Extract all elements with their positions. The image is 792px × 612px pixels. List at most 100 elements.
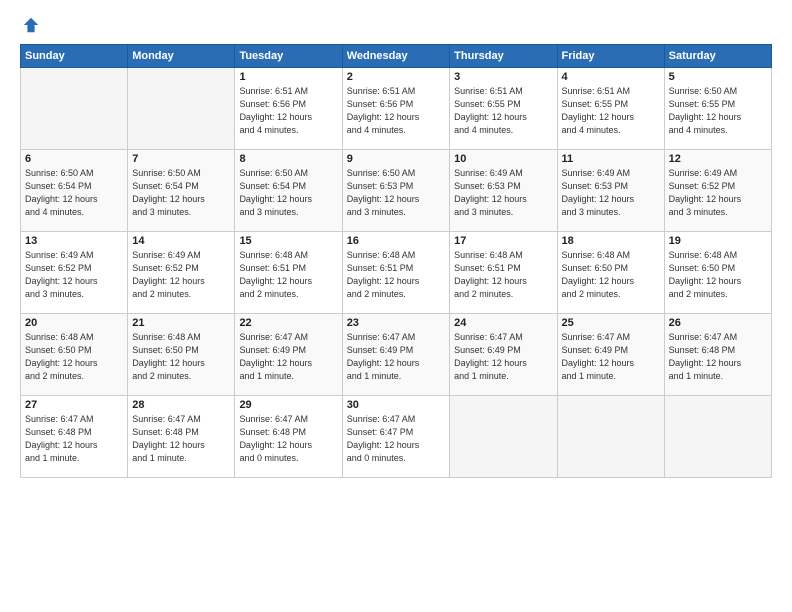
day-info: Sunrise: 6:48 AM Sunset: 6:50 PM Dayligh…	[669, 249, 767, 301]
calendar-cell	[557, 396, 664, 478]
calendar-cell: 2Sunrise: 6:51 AM Sunset: 6:56 PM Daylig…	[342, 68, 449, 150]
day-number: 10	[454, 153, 552, 165]
calendar-body: 1 Sunrise: 6:51 AM Sunset: 6:56 PM Daylig…	[21, 68, 772, 478]
day-info: Sunrise: 6:47 AM Sunset: 6:48 PM Dayligh…	[25, 413, 123, 465]
day-info: Sunrise: 6:48 AM Sunset: 6:50 PM Dayligh…	[132, 331, 230, 383]
calendar-cell: 16 Sunrise: 6:48 AM Sunset: 6:51 PM Dayli…	[342, 232, 449, 314]
calendar-cell	[21, 68, 128, 150]
day-info: Sunrise: 6:49 AM Sunset: 6:52 PM Dayligh…	[669, 167, 767, 219]
calendar-cell: 28Sunrise: 6:47 AM Sunset: 6:48 PM Dayli…	[128, 396, 235, 478]
calendar-table: SundayMondayTuesdayWednesdayThursdayFrid…	[20, 44, 772, 478]
calendar-cell: 17 Sunrise: 6:48 AM Sunset: 6:51 PM Dayli…	[450, 232, 557, 314]
day-info: Sunrise: 6:49 AM Sunset: 6:53 PM Dayligh…	[562, 167, 660, 219]
weekday-header: Tuesday	[235, 45, 342, 68]
day-number: 8	[239, 153, 337, 165]
page: SundayMondayTuesdayWednesdayThursdayFrid…	[0, 0, 792, 612]
day-info: Sunrise: 6:47 AM Sunset: 6:49 PM Dayligh…	[562, 331, 660, 383]
day-info: Sunrise: 6:47 AM Sunset: 6:49 PM Dayligh…	[239, 331, 337, 383]
calendar-cell: 6Sunrise: 6:50 AM Sunset: 6:54 PM Daylig…	[21, 150, 128, 232]
logo	[20, 16, 40, 34]
calendar-week-row: 6Sunrise: 6:50 AM Sunset: 6:54 PM Daylig…	[21, 150, 772, 232]
day-number: 7	[132, 153, 230, 165]
weekday-header: Friday	[557, 45, 664, 68]
day-number: 27	[25, 399, 123, 411]
day-number: 17	[454, 235, 552, 247]
calendar-cell: 3 Sunrise: 6:51 AM Sunset: 6:55 PM Daylig…	[450, 68, 557, 150]
day-info: Sunrise: 6:49 AM Sunset: 6:53 PM Dayligh…	[454, 167, 552, 219]
day-number: 22	[239, 317, 337, 329]
day-info: Sunrise: 6:48 AM Sunset: 6:50 PM Dayligh…	[562, 249, 660, 301]
calendar-week-row: 13 Sunrise: 6:49 AM Sunset: 6:52 PM Dayli…	[21, 232, 772, 314]
day-info: Sunrise: 6:47 AM Sunset: 6:49 PM Dayligh…	[454, 331, 552, 383]
day-number: 1	[239, 71, 337, 83]
calendar-cell: 12 Sunrise: 6:49 AM Sunset: 6:52 PM Dayli…	[664, 150, 771, 232]
weekday-header: Sunday	[21, 45, 128, 68]
day-number: 30	[347, 399, 445, 411]
day-number: 12	[669, 153, 767, 165]
calendar-cell: 4 Sunrise: 6:51 AM Sunset: 6:55 PM Daylig…	[557, 68, 664, 150]
calendar-cell: 1 Sunrise: 6:51 AM Sunset: 6:56 PM Daylig…	[235, 68, 342, 150]
day-info: Sunrise: 6:51 AM Sunset: 6:56 PM Dayligh…	[239, 85, 337, 137]
calendar-week-row: 27 Sunrise: 6:47 AM Sunset: 6:48 PM Dayli…	[21, 396, 772, 478]
day-info: Sunrise: 6:47 AM Sunset: 6:48 PM Dayligh…	[669, 331, 767, 383]
calendar-header: SundayMondayTuesdayWednesdayThursdayFrid…	[21, 45, 772, 68]
calendar-cell: 29 Sunrise: 6:47 AM Sunset: 6:48 PM Dayli…	[235, 396, 342, 478]
logo-icon	[22, 16, 40, 34]
day-number: 18	[562, 235, 660, 247]
day-info: Sunrise: 6:47 AM Sunset: 6:47 PM Dayligh…	[347, 413, 445, 465]
weekday-header: Saturday	[664, 45, 771, 68]
calendar-cell: 9Sunrise: 6:50 AM Sunset: 6:53 PM Daylig…	[342, 150, 449, 232]
day-info: Sunrise: 6:49 AM Sunset: 6:52 PM Dayligh…	[25, 249, 123, 301]
day-info: Sunrise: 6:49 AM Sunset: 6:52 PM Dayligh…	[132, 249, 230, 301]
weekday-header: Monday	[128, 45, 235, 68]
calendar-cell: 13 Sunrise: 6:49 AM Sunset: 6:52 PM Dayli…	[21, 232, 128, 314]
day-info: Sunrise: 6:50 AM Sunset: 6:54 PM Dayligh…	[239, 167, 337, 219]
day-info: Sunrise: 6:51 AM Sunset: 6:55 PM Dayligh…	[562, 85, 660, 137]
day-info: Sunrise: 6:50 AM Sunset: 6:54 PM Dayligh…	[132, 167, 230, 219]
day-number: 26	[669, 317, 767, 329]
calendar-cell: 19 Sunrise: 6:48 AM Sunset: 6:50 PM Dayli…	[664, 232, 771, 314]
day-number: 24	[454, 317, 552, 329]
calendar-cell	[450, 396, 557, 478]
calendar-cell: 24 Sunrise: 6:47 AM Sunset: 6:49 PM Dayli…	[450, 314, 557, 396]
day-number: 29	[239, 399, 337, 411]
calendar-cell: 7 Sunrise: 6:50 AM Sunset: 6:54 PM Daylig…	[128, 150, 235, 232]
day-number: 11	[562, 153, 660, 165]
day-number: 4	[562, 71, 660, 83]
day-info: Sunrise: 6:48 AM Sunset: 6:51 PM Dayligh…	[239, 249, 337, 301]
day-number: 19	[669, 235, 767, 247]
calendar-cell: 27 Sunrise: 6:47 AM Sunset: 6:48 PM Dayli…	[21, 396, 128, 478]
day-number: 16	[347, 235, 445, 247]
day-info: Sunrise: 6:51 AM Sunset: 6:55 PM Dayligh…	[454, 85, 552, 137]
calendar-cell: 21Sunrise: 6:48 AM Sunset: 6:50 PM Dayli…	[128, 314, 235, 396]
calendar-cell: 20Sunrise: 6:48 AM Sunset: 6:50 PM Dayli…	[21, 314, 128, 396]
weekday-header: Wednesday	[342, 45, 449, 68]
day-number: 25	[562, 317, 660, 329]
day-number: 28	[132, 399, 230, 411]
calendar-cell: 10 Sunrise: 6:49 AM Sunset: 6:53 PM Dayli…	[450, 150, 557, 232]
calendar-cell: 8 Sunrise: 6:50 AM Sunset: 6:54 PM Daylig…	[235, 150, 342, 232]
day-number: 2	[347, 71, 445, 83]
calendar-cell: 30 Sunrise: 6:47 AM Sunset: 6:47 PM Dayli…	[342, 396, 449, 478]
calendar-cell: 15Sunrise: 6:48 AM Sunset: 6:51 PM Dayli…	[235, 232, 342, 314]
header	[20, 16, 772, 34]
day-info: Sunrise: 6:48 AM Sunset: 6:51 PM Dayligh…	[347, 249, 445, 301]
day-number: 3	[454, 71, 552, 83]
calendar-cell: 26 Sunrise: 6:47 AM Sunset: 6:48 PM Dayli…	[664, 314, 771, 396]
weekday-header: Thursday	[450, 45, 557, 68]
day-info: Sunrise: 6:47 AM Sunset: 6:49 PM Dayligh…	[347, 331, 445, 383]
calendar-cell: 22 Sunrise: 6:47 AM Sunset: 6:49 PM Dayli…	[235, 314, 342, 396]
day-number: 13	[25, 235, 123, 247]
calendar-cell: 5 Sunrise: 6:50 AM Sunset: 6:55 PM Daylig…	[664, 68, 771, 150]
calendar-week-row: 20Sunrise: 6:48 AM Sunset: 6:50 PM Dayli…	[21, 314, 772, 396]
day-info: Sunrise: 6:47 AM Sunset: 6:48 PM Dayligh…	[239, 413, 337, 465]
day-info: Sunrise: 6:48 AM Sunset: 6:51 PM Dayligh…	[454, 249, 552, 301]
day-number: 14	[132, 235, 230, 247]
day-info: Sunrise: 6:48 AM Sunset: 6:50 PM Dayligh…	[25, 331, 123, 383]
day-info: Sunrise: 6:50 AM Sunset: 6:55 PM Dayligh…	[669, 85, 767, 137]
day-info: Sunrise: 6:50 AM Sunset: 6:53 PM Dayligh…	[347, 167, 445, 219]
calendar-cell	[128, 68, 235, 150]
day-number: 23	[347, 317, 445, 329]
day-number: 5	[669, 71, 767, 83]
calendar-cell: 25 Sunrise: 6:47 AM Sunset: 6:49 PM Dayli…	[557, 314, 664, 396]
